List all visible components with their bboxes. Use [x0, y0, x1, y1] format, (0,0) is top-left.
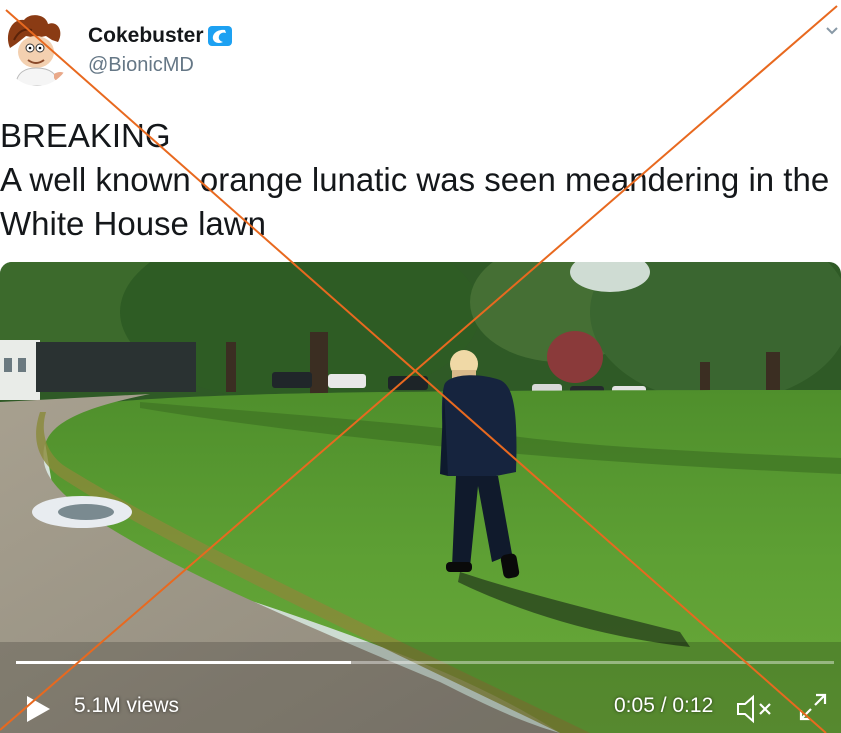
- progress-fill: [16, 661, 352, 664]
- view-count: 5.1M views: [74, 694, 180, 717]
- tweet-header: Cokebuster @BionicMD: [0, 0, 841, 100]
- progress-bar[interactable]: [16, 661, 834, 664]
- chevron-down-icon[interactable]: [823, 22, 841, 38]
- tweet-text: BREAKING A well known orange lunatic was…: [0, 114, 841, 246]
- video-player[interactable]: 5.1M views 0:05 / 0:12: [0, 262, 841, 733]
- display-name-text[interactable]: Cokebuster: [88, 24, 204, 48]
- expand-icon[interactable]: [798, 692, 828, 722]
- video-controls: 5.1M views 0:05 / 0:12: [0, 262, 841, 733]
- volume-muted-icon[interactable]: [736, 694, 774, 724]
- tweet-text-line2: A well known orange lunatic was seen mea…: [0, 161, 830, 242]
- play-icon[interactable]: [24, 694, 52, 724]
- tweet-text-line1: BREAKING: [0, 117, 171, 154]
- time-display: 0:05 / 0:12: [614, 694, 714, 717]
- user-handle[interactable]: @BionicMD: [88, 54, 194, 77]
- avatar[interactable]: [2, 10, 72, 86]
- display-name[interactable]: Cokebuster: [88, 24, 233, 48]
- wave-icon: [207, 25, 233, 47]
